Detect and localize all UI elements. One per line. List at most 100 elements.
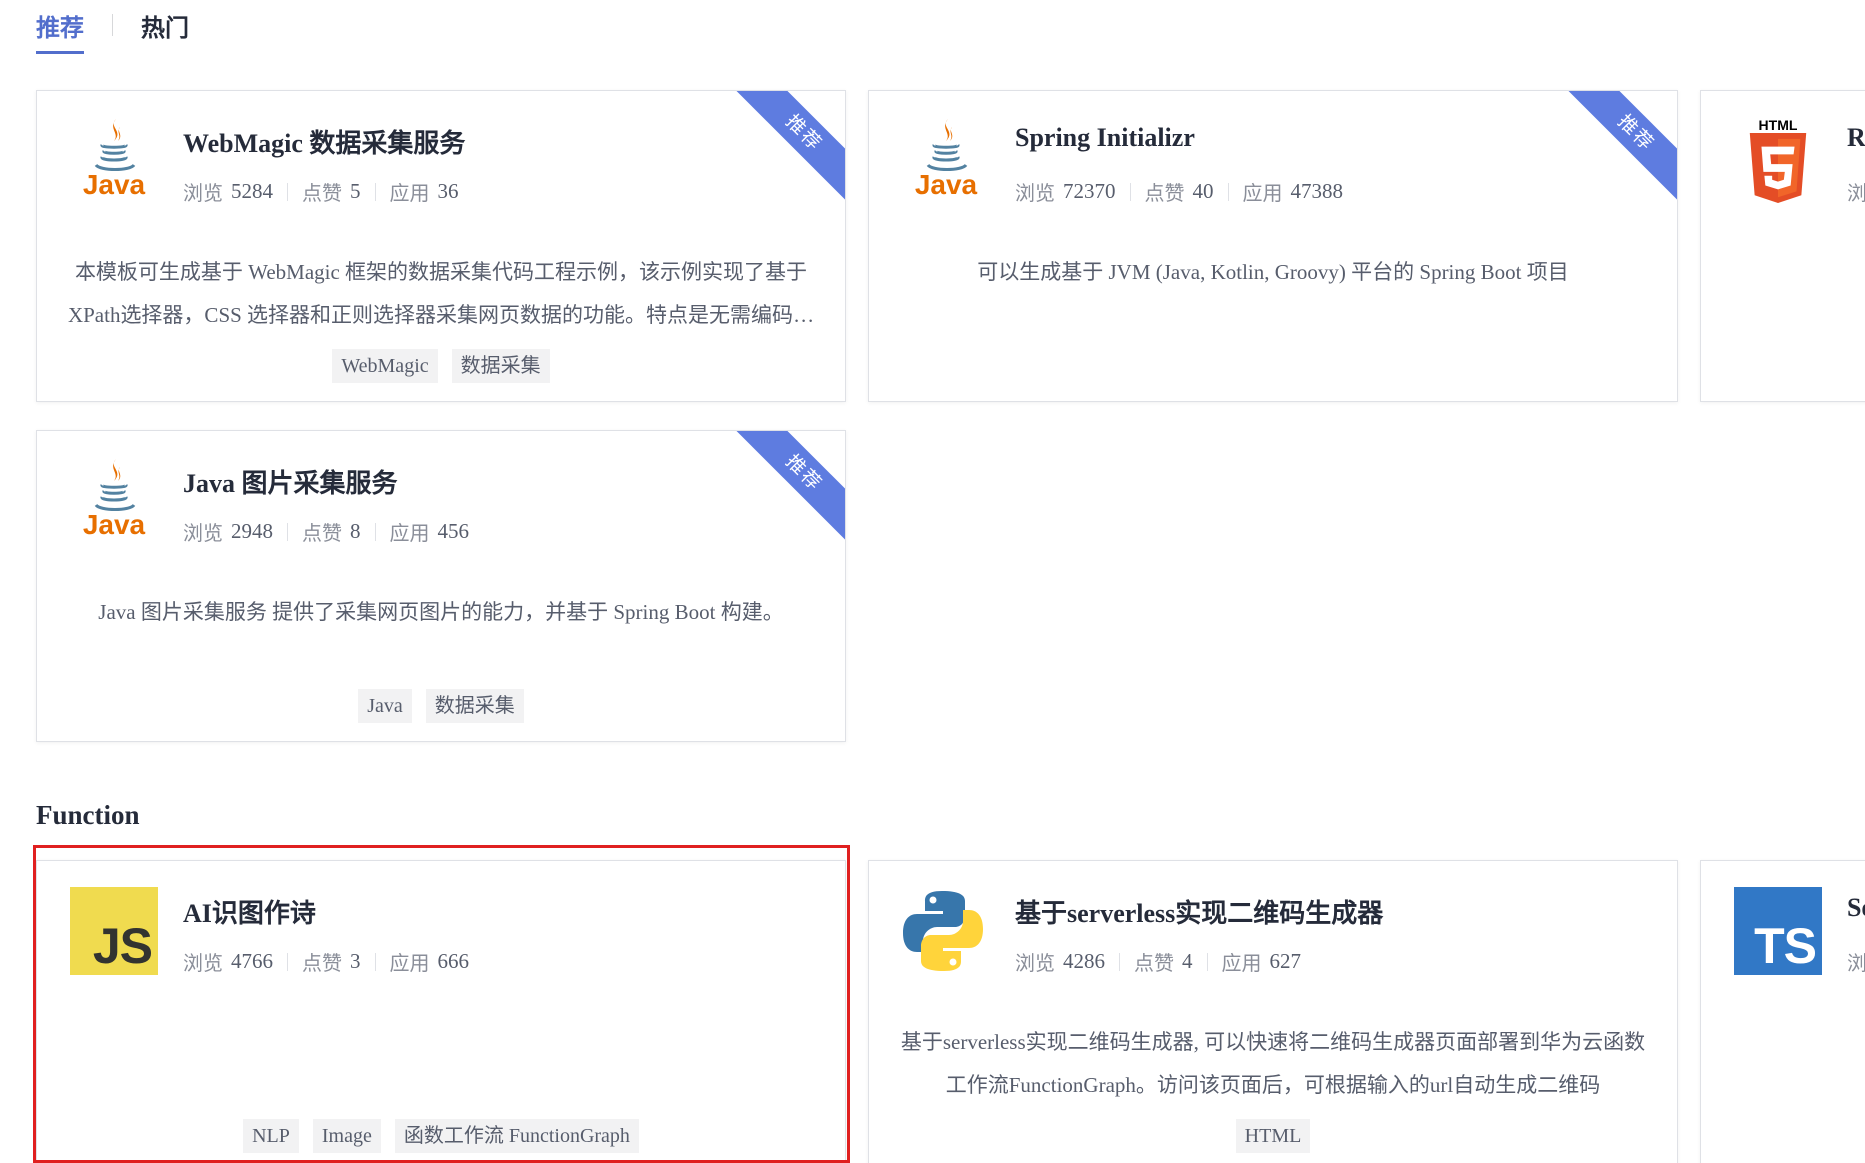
recommended-ribbon: 推荐 [735, 431, 845, 541]
template-card[interactable]: Java Java 图片采集服务 浏览 2948 点赞 8 应用 456 Java 图… [36, 430, 846, 742]
views-label: 浏览 [1015, 951, 1055, 975]
uses-label: 应用 [389, 181, 430, 205]
stat-divider [374, 952, 376, 971]
stat-divider [374, 182, 376, 201]
ribbon-label: 推荐 [1567, 91, 1677, 201]
card-description: Java 图片采集服务 提供了采集网页图片的能力，并基于 Spring Boot… [98, 600, 784, 624]
likes-count: 8 [350, 519, 361, 543]
stat-divider [1119, 952, 1120, 971]
card-title[interactable]: WebMagic 数据采集服务 [183, 123, 465, 160]
views-label: 浏览 [183, 951, 223, 975]
stat-divider [1227, 182, 1229, 201]
views-label: 浏览 [183, 521, 223, 545]
views-label: 浏 [1847, 951, 1865, 975]
java-icon: Java [70, 457, 158, 545]
stat-divider [1206, 952, 1208, 971]
java-icon: Java [902, 117, 990, 205]
python-icon [899, 887, 987, 975]
card-stats: 浏览 4286 点赞 4 应用 627 [1015, 947, 1301, 976]
javascript-icon: JS [70, 887, 158, 975]
card-title[interactable]: Spring Initializr [1015, 123, 1195, 153]
html5-icon: HTML [1734, 117, 1822, 205]
tab-bar: 推荐 热门 [36, 0, 189, 56]
tag[interactable]: 函数工作流 FunctionGraph [394, 1119, 639, 1153]
likes-count: 5 [350, 179, 361, 203]
template-card[interactable]: TS Se 浏 [1700, 860, 1865, 1163]
views-count: 4286 [1063, 949, 1105, 973]
card-title[interactable]: Re [1847, 123, 1865, 153]
card-stats: 浏览 4766 点赞 3 应用 666 [183, 947, 469, 976]
uses-label: 应用 [1242, 181, 1283, 205]
section-title: Function [36, 800, 140, 830]
card-tags: WebMagic 数据采集 [37, 349, 845, 383]
likes-label: 点赞 [1134, 951, 1174, 975]
stat-divider [287, 182, 288, 201]
page: 推荐 热门 Java WebMagic 数据采集服务 浏览 5284 点赞 5 应用… [0, 0, 1865, 1163]
java-icon: Java [70, 117, 158, 205]
tab-divider [112, 14, 113, 36]
card-stats: 浏 [1847, 177, 1865, 206]
stat-divider [287, 952, 288, 971]
logo-text: JS [92, 918, 153, 974]
card-title[interactable]: AI识图作诗 [183, 893, 316, 930]
uses-count: 666 [437, 949, 470, 973]
views-label: 浏览 [1015, 181, 1055, 205]
likes-count: 3 [350, 949, 361, 973]
stat-divider [374, 522, 376, 541]
card-title[interactable]: Java 图片采集服务 [183, 463, 398, 500]
card-tags: Java 数据采集 [37, 689, 845, 723]
template-card[interactable]: 基于serverless实现二维码生成器 浏览 4286 点赞 4 应用 627 基于… [868, 860, 1678, 1163]
typescript-icon: TS [1734, 887, 1822, 975]
tag[interactable]: Image [312, 1119, 381, 1153]
uses-count: 456 [437, 519, 470, 543]
uses-label: 应用 [389, 521, 430, 545]
recommended-ribbon: 推荐 [735, 91, 845, 201]
card-stats: 浏览 2948 点赞 8 应用 456 [183, 517, 469, 546]
recommended-ribbon: 推荐 [1567, 91, 1677, 201]
ribbon-label: 推荐 [735, 431, 845, 541]
tag[interactable]: WebMagic [332, 349, 438, 383]
likes-count: 40 [1192, 179, 1214, 203]
uses-count: 36 [437, 179, 459, 203]
ribbon-label: 推荐 [735, 91, 845, 201]
likes-label: 点赞 [302, 951, 342, 975]
template-card[interactable]: Java Spring Initializr 浏览 72370 点赞 40 应用 47… [868, 90, 1678, 402]
uses-label: 应用 [389, 951, 430, 975]
likes-label: 点赞 [1144, 181, 1185, 205]
card-tags: NLP Image 函数工作流 FunctionGraph [37, 1119, 845, 1153]
card-stats: 浏 [1847, 947, 1865, 976]
tag[interactable]: 数据采集 [451, 349, 550, 383]
tag[interactable]: 数据采集 [425, 689, 524, 723]
card-stats: 浏览 72370 点赞 40 应用 47388 [1015, 177, 1343, 206]
card-title[interactable]: 基于serverless实现二维码生成器 [1015, 893, 1383, 930]
views-label: 浏 [1847, 181, 1865, 205]
views-count: 72370 [1063, 179, 1116, 203]
stat-divider [287, 522, 288, 541]
template-card[interactable]: JS AI识图作诗 浏览 4766 点赞 3 应用 666 NLP Image 函数工… [36, 860, 846, 1163]
likes-label: 点赞 [302, 181, 342, 205]
views-count: 5284 [231, 179, 273, 203]
card-description: 可以生成基于 JVM (Java, Kotlin, Groovy) 平台的 Sp… [977, 260, 1569, 284]
tag[interactable]: HTML [1235, 1119, 1311, 1153]
tag[interactable]: NLP [243, 1119, 299, 1153]
views-count: 4766 [231, 949, 273, 973]
card-stats: 浏览 5284 点赞 5 应用 36 [183, 177, 459, 206]
logo-text: TS [1754, 918, 1817, 974]
likes-count: 4 [1182, 949, 1193, 973]
card-tags: HTML [869, 1119, 1677, 1153]
uses-label: 应用 [1221, 951, 1262, 975]
uses-count: 627 [1269, 949, 1302, 973]
tag[interactable]: Java [358, 689, 412, 723]
tab-recommended[interactable]: 推荐 [36, 0, 84, 54]
views-count: 2948 [231, 519, 273, 543]
views-label: 浏览 [183, 181, 223, 205]
uses-count: 47388 [1290, 179, 1344, 203]
stat-divider [1129, 182, 1131, 201]
tab-popular[interactable]: 热门 [141, 0, 189, 54]
template-card[interactable]: Java WebMagic 数据采集服务 浏览 5284 点赞 5 应用 36 本模板… [36, 90, 846, 402]
card-description: 本模板可生成基于 WebMagic 框架的数据采集代码工程示例，该示例实现了基于… [67, 260, 815, 327]
card-description: 基于serverless实现二维码生成器, 可以快速将二维码生成器页面部署到华为… [900, 1030, 1646, 1097]
template-card[interactable]: HTML Re 浏 [1700, 90, 1865, 402]
card-title[interactable]: Se [1847, 893, 1865, 923]
likes-label: 点赞 [302, 521, 342, 545]
